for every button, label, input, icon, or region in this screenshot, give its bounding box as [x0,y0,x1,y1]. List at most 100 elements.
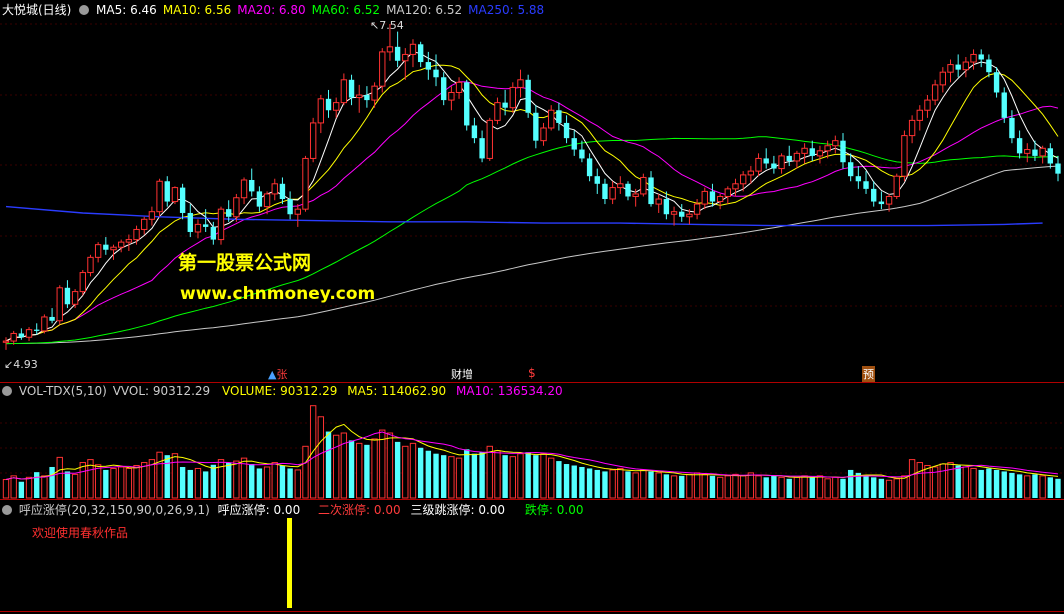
volume-bar [563,464,570,498]
marker-yu[interactable]: 预 [862,366,875,382]
volume-bar [256,468,263,498]
candle-body [947,64,954,73]
candle-body [594,176,600,184]
volume-bar [1016,474,1023,498]
volume-bar [217,459,225,499]
candle-body [1055,163,1061,174]
candle-body [809,148,815,156]
hy-zt-label: 呼应涨停: [217,503,270,517]
candle-body [364,95,370,101]
candle-body [425,62,432,70]
candle-body [187,212,193,232]
volume-value: 90312.29 [280,384,338,398]
volume-bar [386,432,394,499]
marker-dollar[interactable]: $ [528,366,536,380]
price-low-label: ↙4.93 [4,358,38,371]
volume-bar [1039,475,1046,499]
volume-bar [663,474,670,498]
volume-bar [732,473,739,499]
volume-bar [893,478,900,499]
candle-body [263,193,271,208]
marker-zhang[interactable]: ▲张 [268,366,287,382]
candle-body [125,239,133,243]
candle-body [871,188,877,202]
volume-bar [533,455,539,498]
candle-body [655,198,662,205]
volume-bar [625,471,631,498]
candle-body [409,43,417,55]
volume-bar [786,478,792,498]
candle-body [94,244,102,258]
candle-body [279,183,286,200]
volume-bar [333,434,340,499]
volume-bar [579,466,585,498]
candle-body [747,170,755,176]
candle-body [571,138,577,150]
price-chart[interactable] [0,0,1064,384]
candle-body [79,272,86,293]
volume-bar [263,466,271,499]
volume-bar [847,469,854,498]
candle-body [25,329,33,338]
volume-bar [739,475,747,499]
candle-body [778,155,785,170]
candle-body [579,149,585,159]
volume-bar [885,479,893,499]
candle-body [287,199,293,215]
panel-divider [0,499,1064,500]
marker-caizeng[interactable]: 财增 [451,366,473,382]
volume-bar [602,471,608,498]
volume-bar [571,465,577,498]
candle-body [210,226,217,240]
volume-bar [41,475,48,499]
candle-body [1009,117,1015,139]
volume-bar [164,455,170,498]
candle-body [955,64,961,70]
candle-body [970,53,977,63]
settings-circle-icon[interactable] [2,505,12,515]
volume-bar [117,466,125,499]
candle-body [486,119,493,159]
candle-body [824,145,831,152]
signal-bar [287,518,292,608]
price-high-label: ↖7.54 [370,19,404,32]
volume-bar [901,475,908,499]
volume-bar [947,462,954,499]
candle-body [240,179,248,199]
settings-circle-icon[interactable] [2,386,12,396]
vol-title[interactable]: VOL-TDX(5,10) [19,384,107,398]
volume-bar [194,467,202,499]
dt-label: 跌停: [524,503,553,517]
indicator-title[interactable]: 呼应涨停(20,32,150,90,0,26,9,1) [19,503,210,517]
volume-bar [1032,474,1038,498]
candle-body [1016,138,1023,154]
volume-chart[interactable] [0,398,1064,500]
candle-body [302,157,309,210]
candle-body [110,246,117,251]
candle-body [494,102,501,121]
sjt-zt-label: 三级跳涨停: [410,503,475,517]
volume-bar [249,464,255,498]
candle-body [433,69,439,78]
volume-bar [640,469,647,499]
candle-body [103,244,109,250]
volume-bar [724,475,731,499]
candle-body [1001,92,1007,118]
volume-bar [502,455,508,498]
volume-bar [924,465,931,499]
candle-body [233,197,240,218]
volume-bar [878,478,885,498]
volume-bar [394,441,401,498]
volume-bar [79,462,86,499]
candle-body [763,158,769,164]
candle-body [340,79,348,104]
volume-bar [609,469,616,499]
candle-body [171,187,179,203]
candle-body [379,51,386,87]
candle-body [1032,149,1038,156]
candle-body [863,181,869,189]
volume-bar [809,477,815,498]
vol-ma5-value: 114062.90 [381,384,447,398]
volume-label: VOLUME: [222,384,277,398]
volume-bar [18,481,25,498]
